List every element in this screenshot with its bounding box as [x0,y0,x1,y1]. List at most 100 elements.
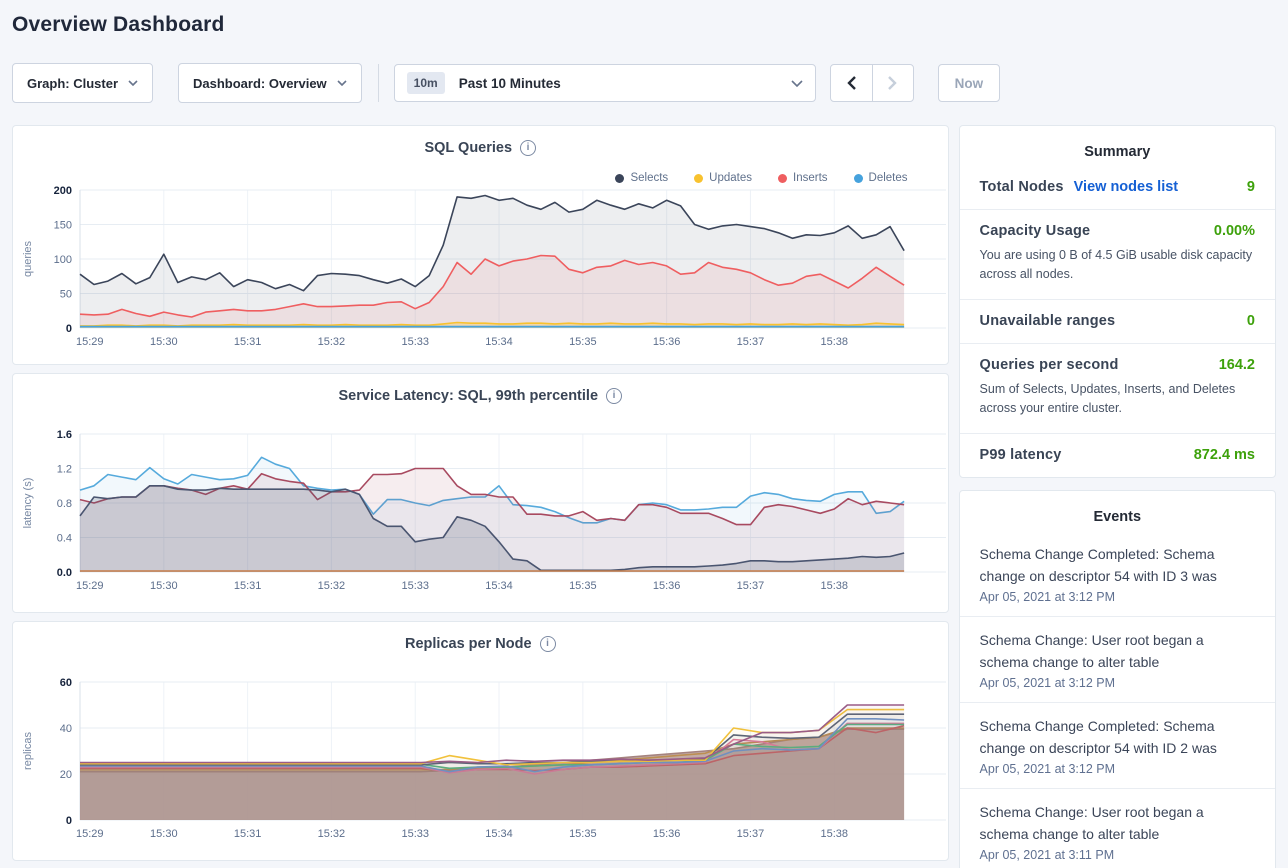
svg-text:15:37: 15:37 [737,580,765,592]
svg-text:15:34: 15:34 [485,828,513,840]
svg-text:15:35: 15:35 [569,828,597,840]
prev-time-button[interactable] [831,65,872,101]
svg-text:40: 40 [60,723,72,735]
summary-row: Unavailable ranges 0 [960,300,1275,344]
info-icon[interactable]: i [540,636,556,652]
time-range-label: Past 10 Minutes [459,76,791,91]
chart-card-2: Service Latency: SQL, 99th percentilei15… [12,373,949,613]
event-item: Schema Change Completed: Schema change o… [960,703,1275,789]
sidebar-column: Summary Total NodesView nodes list9Capac… [959,125,1276,868]
chart-title: Replicas per Node [405,636,532,652]
svg-text:15:34: 15:34 [485,336,513,348]
chart-plot-area[interactable]: 15:2915:3015:3115:3215:3315:3415:3515:36… [15,182,953,360]
svg-text:15:31: 15:31 [234,580,262,592]
event-timestamp: Apr 05, 2021 at 3:12 PM [980,590,1255,604]
summary-metric-value: 164.2 [1219,357,1255,373]
svg-text:20: 20 [60,769,72,781]
svg-text:1.6: 1.6 [57,429,72,441]
svg-text:0.0: 0.0 [57,567,72,579]
chevron-down-icon [337,80,347,86]
svg-text:15:37: 15:37 [737,828,765,840]
event-item: Schema Change: User root began a schema … [960,789,1275,868]
chevron-down-icon [128,80,138,86]
svg-text:15:37: 15:37 [737,336,765,348]
svg-text:15:29: 15:29 [76,828,104,840]
graph-dropdown[interactable]: Graph: Cluster [12,63,153,103]
svg-text:150: 150 [54,220,72,232]
info-icon[interactable]: i [520,140,536,156]
svg-text:15:36: 15:36 [653,828,681,840]
event-text: Schema Change: User root began a schema … [980,801,1255,845]
svg-text:15:38: 15:38 [820,828,848,840]
summary-metric-value: 0.00% [1214,223,1255,239]
svg-text:15:33: 15:33 [401,580,429,592]
summary-metric-label: Total Nodes [980,179,1064,195]
events-panel: Events Schema Change Completed: Schema c… [959,490,1276,868]
toolbar-divider [378,64,379,102]
svg-text:0.8: 0.8 [57,498,72,510]
chevron-left-icon [847,76,856,90]
summary-row: P99 latency 872.4 ms [960,434,1275,477]
svg-text:15:30: 15:30 [150,828,178,840]
summary-rows: Total NodesView nodes list9Capacity Usag… [960,166,1275,477]
time-range-badge: 10m [407,72,445,94]
svg-text:60: 60 [60,677,72,689]
event-text: Schema Change: User root began a schema … [980,629,1255,673]
time-step-buttons [830,64,914,102]
svg-text:latency (s): latency (s) [22,478,34,529]
view-nodes-list-link[interactable]: View nodes list [1074,179,1179,195]
svg-text:15:29: 15:29 [76,580,104,592]
svg-text:15:31: 15:31 [234,336,262,348]
summary-metric-label: Unavailable ranges [980,313,1116,329]
event-text: Schema Change Completed: Schema change o… [980,715,1255,759]
svg-text:15:38: 15:38 [820,336,848,348]
summary-metric-description: Sum of Selects, Updates, Inserts, and De… [980,380,1255,419]
svg-text:50: 50 [60,289,72,301]
now-button[interactable]: Now [938,64,1001,102]
summary-metric-label: Queries per second [980,357,1119,373]
summary-panel: Summary Total NodesView nodes list9Capac… [959,125,1276,478]
svg-text:queries: queries [22,240,34,277]
svg-text:15:29: 15:29 [76,336,104,348]
summary-metric-value: 0 [1247,313,1255,329]
summary-metric-label: P99 latency [980,447,1062,463]
svg-text:1.2: 1.2 [57,464,72,476]
next-time-button[interactable] [872,65,913,101]
summary-title: Summary [960,126,1275,166]
time-range-select[interactable]: 10m Past 10 Minutes [394,64,816,102]
main-content: SQL QueriesiSelectsUpdatesInsertsDeletes… [12,125,1276,868]
graph-dropdown-label: Graph: Cluster [27,76,118,91]
page-title: Overview Dashboard [0,0,1288,37]
svg-text:replicas: replicas [22,732,34,770]
event-item: Schema Change: User root began a schema … [960,617,1275,703]
chart-title: SQL Queries [424,140,512,156]
svg-text:15:32: 15:32 [318,336,346,348]
info-icon[interactable]: i [606,388,622,404]
summary-metric-value: 872.4 ms [1194,447,1255,463]
chart-plot-area[interactable]: 15:2915:3015:3115:3215:3315:3415:3515:36… [15,674,953,852]
charts-column: SQL QueriesiSelectsUpdatesInsertsDeletes… [12,125,949,861]
summary-metric-value: 9 [1247,179,1255,195]
svg-text:15:30: 15:30 [150,580,178,592]
svg-text:15:30: 15:30 [150,336,178,348]
event-text: Schema Change Completed: Schema change o… [980,543,1255,587]
svg-text:15:36: 15:36 [653,580,681,592]
svg-text:15:31: 15:31 [234,828,262,840]
dashboard-dropdown-label: Dashboard: Overview [193,76,327,91]
chart-plot-area[interactable]: 15:2915:3015:3115:3215:3315:3415:3515:36… [15,426,953,604]
events-title: Events [960,491,1275,531]
event-list: Schema Change Completed: Schema change o… [960,531,1275,868]
dashboard-dropdown[interactable]: Dashboard: Overview [178,63,362,103]
event-item: Schema Change Completed: Schema change o… [960,531,1275,617]
svg-text:15:32: 15:32 [318,828,346,840]
svg-text:15:32: 15:32 [318,580,346,592]
svg-text:15:35: 15:35 [569,580,597,592]
toolbar: Graph: Cluster Dashboard: Overview 10m P… [12,63,1288,103]
chart-card-3: Replicas per Node i 15:29 15:30 15:31 15:32 15… [12,621,949,861]
summary-metric-description: You are using 0 B of 4.5 GiB usable disk… [980,246,1255,285]
svg-text:15:33: 15:33 [401,336,429,348]
svg-text:0.4: 0.4 [57,533,72,545]
svg-text:0: 0 [66,323,72,335]
svg-text:200: 200 [54,185,72,197]
svg-text:15:35: 15:35 [569,336,597,348]
